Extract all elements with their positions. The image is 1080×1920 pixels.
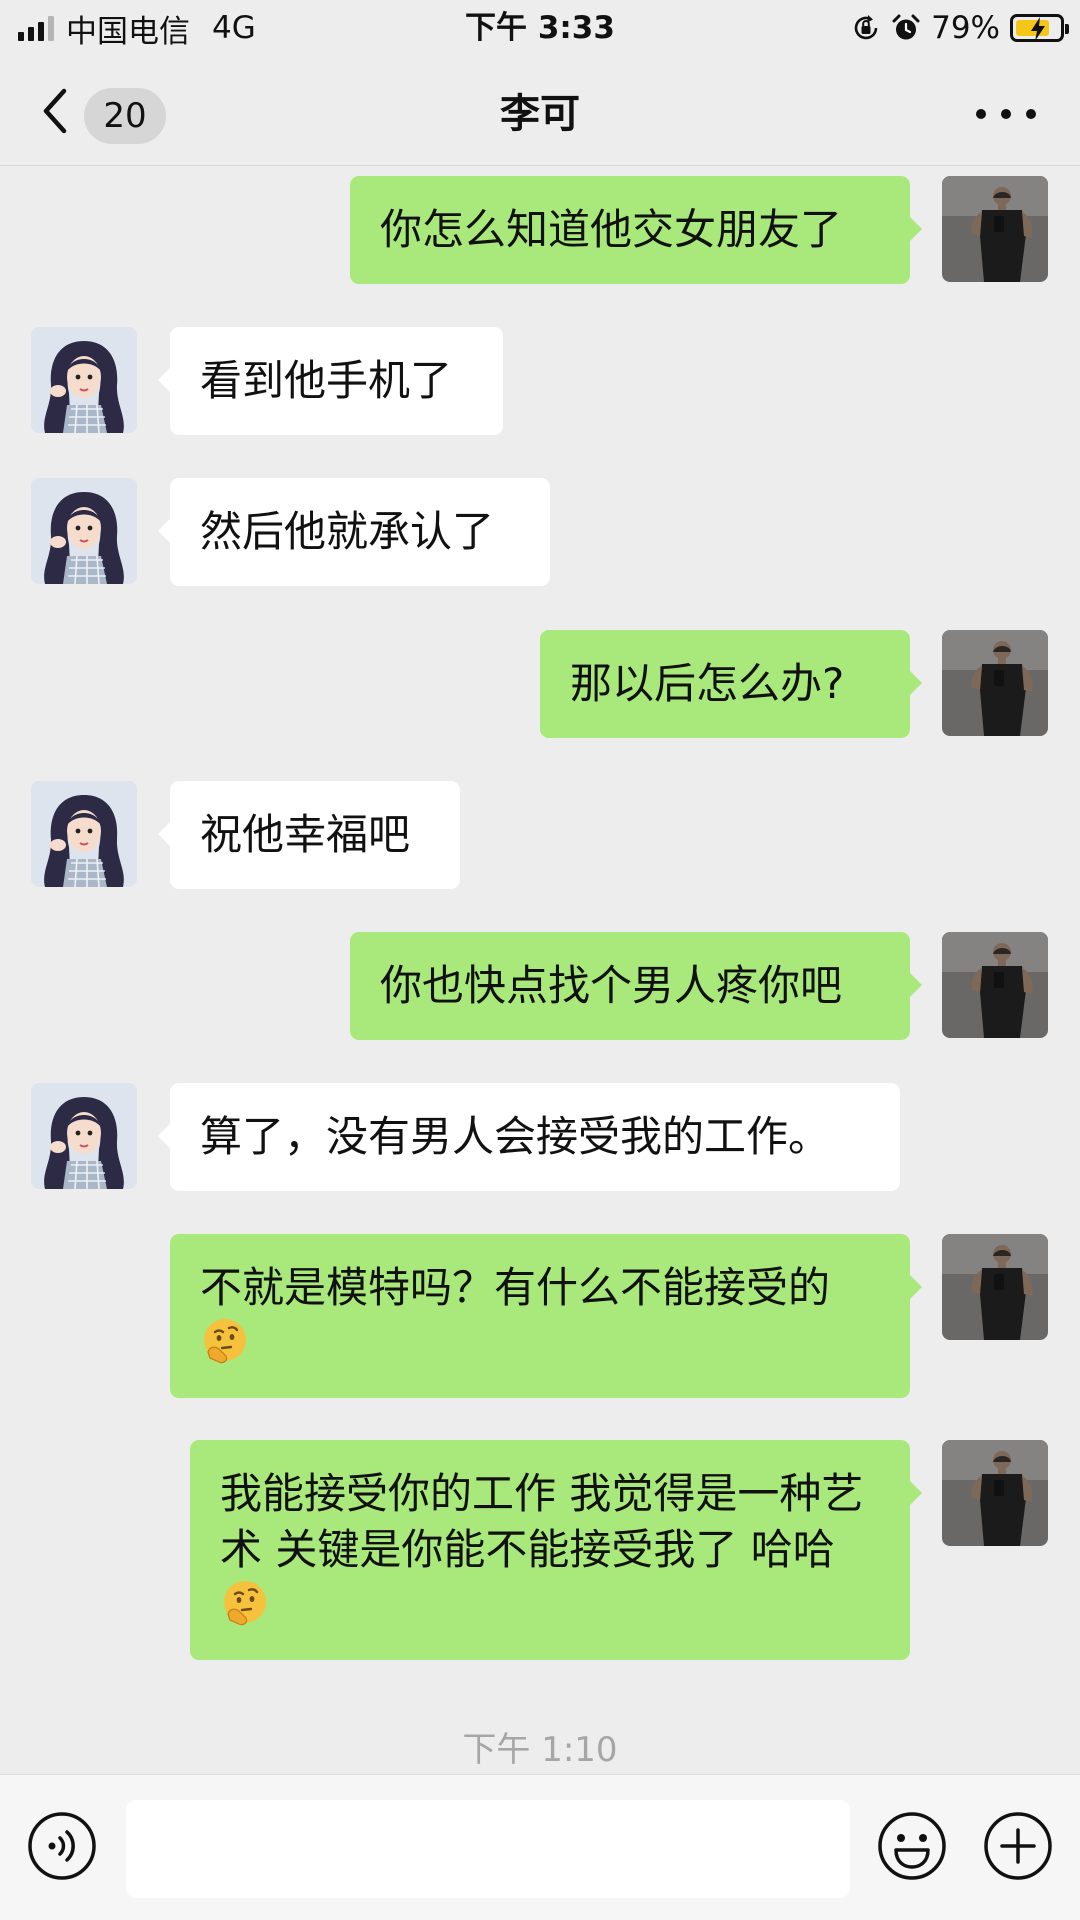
thinking-face-emoji-icon	[220, 1578, 270, 1628]
message-bubble-outgoing[interactable]: 你怎么知道他交女朋友了	[350, 176, 922, 284]
message-bubble-outgoing[interactable]: 不就是模特吗？有什么不能接受的	[170, 1234, 922, 1398]
contact-avatar[interactable]	[31, 327, 137, 433]
plus-icon[interactable]	[982, 1810, 1054, 1882]
battery-charging-icon	[1010, 14, 1069, 42]
charging-bolt-icon	[1031, 17, 1045, 41]
emoji-icon[interactable]	[876, 1810, 948, 1882]
chat-screen: 中国电信 4G 下午 3:33 79% 20 李可 你怎么知道他交女朋友了 看到…	[0, 0, 1080, 1920]
input-bar	[0, 1774, 1080, 1920]
message-text: 祝他幸福吧	[200, 810, 411, 859]
message-bubble-outgoing[interactable]: 那以后怎么办?	[540, 630, 922, 738]
alarm-icon	[892, 14, 920, 40]
message-bubble-incoming[interactable]: 祝他幸福吧	[158, 781, 460, 889]
status-bar: 中国电信 4G 下午 3:33 79%	[0, 0, 1080, 56]
contact-avatar[interactable]	[31, 478, 137, 584]
my-avatar[interactable]	[942, 932, 1048, 1038]
contact-avatar[interactable]	[31, 1083, 137, 1189]
my-avatar[interactable]	[942, 1440, 1048, 1546]
chat-header: 20 李可	[0, 56, 1080, 166]
message-list[interactable]: 你怎么知道他交女朋友了 看到他手机了 然后他就承认了 那以后怎么办? 祝他幸福吧…	[0, 166, 1080, 1774]
my-avatar[interactable]	[942, 1234, 1048, 1340]
message-text: 我能接受你的工作 我觉得是一种艺术 关键是你能不能接受我了 哈哈	[220, 1469, 864, 1574]
message-bubble-outgoing[interactable]: 你也快点找个男人疼你吧	[350, 932, 922, 1040]
message-text: 看到他手机了	[200, 356, 453, 405]
message-text: 你怎么知道他交女朋友了	[380, 205, 843, 254]
orientation-lock-icon	[854, 15, 878, 40]
message-text: 算了，没有男人会接受我的工作。	[200, 1112, 831, 1161]
message-text: 那以后怎么办?	[570, 659, 845, 708]
message-input[interactable]	[126, 1800, 850, 1898]
thinking-face-emoji-icon	[200, 1316, 250, 1366]
message-text: 然后他就承认了	[200, 507, 495, 556]
message-text: 你也快点找个男人疼你吧	[380, 961, 843, 1010]
battery-percentage: 79%	[931, 10, 1000, 46]
message-timestamp: 下午 1:10	[462, 1730, 618, 1770]
more-dots-icon[interactable]	[976, 96, 1036, 132]
chat-title: 李可	[500, 91, 580, 137]
message-bubble-incoming[interactable]: 看到他手机了	[158, 327, 503, 435]
message-bubble-outgoing[interactable]: 我能接受你的工作 我觉得是一种艺术 关键是你能不能接受我了 哈哈	[190, 1440, 922, 1660]
message-bubble-incoming[interactable]: 算了，没有男人会接受我的工作。	[158, 1083, 900, 1191]
contact-avatar[interactable]	[31, 781, 137, 887]
voice-icon[interactable]	[26, 1810, 98, 1882]
message-text: 不就是模特吗？有什么不能接受的	[200, 1263, 831, 1312]
message-bubble-incoming[interactable]: 然后他就承认了	[158, 478, 550, 586]
my-avatar[interactable]	[942, 176, 1048, 282]
my-avatar[interactable]	[942, 630, 1048, 736]
